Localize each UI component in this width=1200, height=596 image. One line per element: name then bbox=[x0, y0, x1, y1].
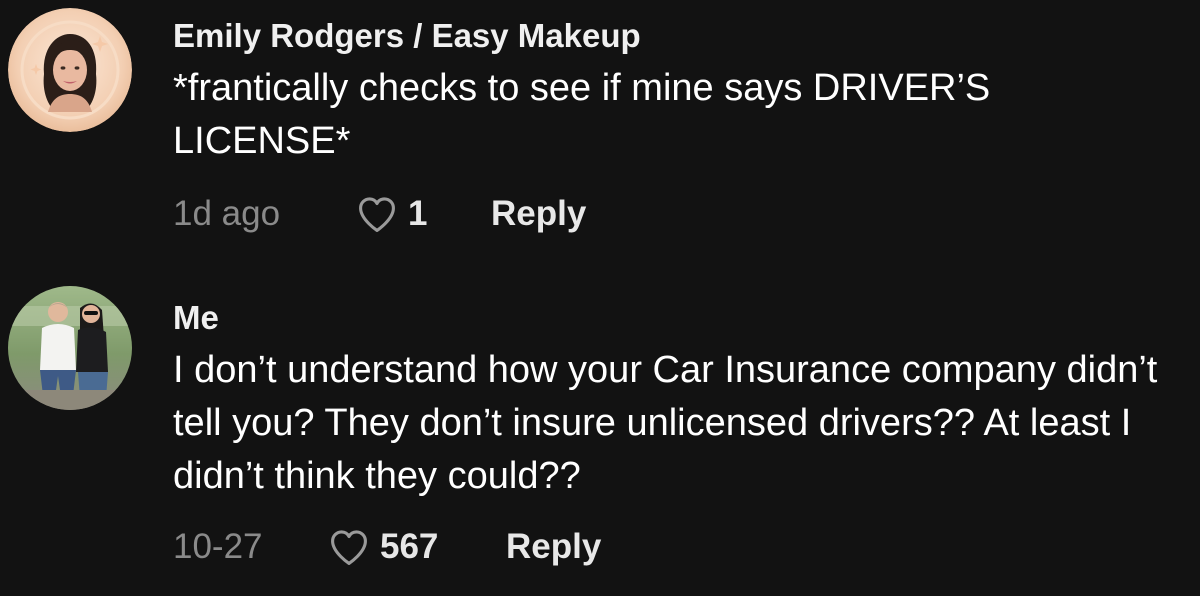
reply-button[interactable]: Reply bbox=[506, 527, 601, 567]
comment-actions: 10-27 567 Reply bbox=[173, 522, 601, 572]
comment-item: Emily Rodgers / Easy Makeup *frantically… bbox=[0, 0, 1200, 270]
comment-item: Me I don’t understand how your Car Insur… bbox=[0, 286, 1200, 596]
reply-button[interactable]: Reply bbox=[491, 194, 586, 234]
comment-timestamp: 10-27 bbox=[173, 527, 263, 566]
like-button[interactable]: 1 bbox=[356, 194, 491, 234]
like-button[interactable]: 567 bbox=[328, 527, 506, 567]
like-count: 1 bbox=[408, 194, 428, 233]
comment-body: Emily Rodgers / Easy Makeup *frantically… bbox=[173, 14, 1190, 168]
comment-body: Me I don’t understand how your Car Insur… bbox=[173, 296, 1190, 503]
comment-actions: 1d ago 1 Reply bbox=[173, 189, 586, 239]
heart-outline-icon[interactable] bbox=[328, 528, 370, 566]
comment-username[interactable]: Emily Rodgers / Easy Makeup bbox=[173, 14, 1190, 58]
comment-username[interactable]: Me bbox=[173, 296, 1190, 340]
like-count: 567 bbox=[380, 527, 439, 566]
couple-photo-avatar-icon[interactable] bbox=[8, 286, 132, 410]
heart-outline-icon[interactable] bbox=[356, 195, 398, 233]
comment-text: I don’t understand how your Car Insuranc… bbox=[173, 349, 1158, 497]
comment-timestamp: 1d ago bbox=[173, 194, 281, 233]
woman-portrait-avatar-icon[interactable] bbox=[8, 8, 132, 132]
comment-text: *frantically checks to see if mine says … bbox=[173, 67, 991, 162]
